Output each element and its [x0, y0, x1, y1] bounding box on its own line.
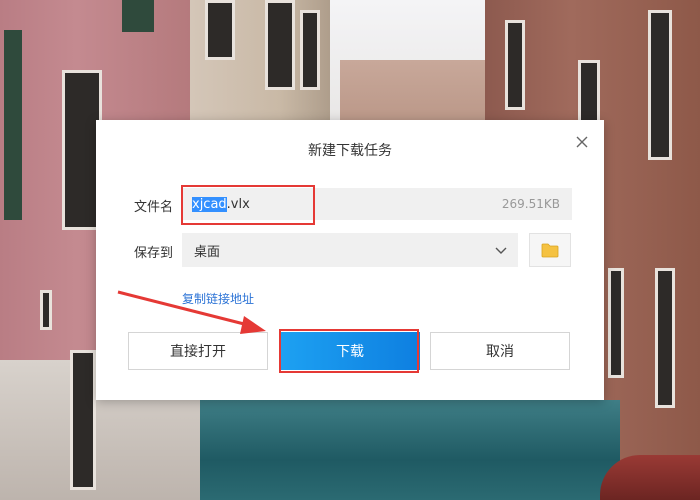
file-size: 269.51KB	[501, 197, 560, 211]
filename-selected-text: xjcad	[192, 196, 227, 212]
close-button[interactable]	[572, 132, 592, 152]
window	[648, 10, 672, 160]
dialog-title: 新建下载任务	[308, 143, 392, 159]
save-location-label: 保存到	[134, 246, 174, 261]
filename-input[interactable]: xjcad.vlx 269.51KB	[182, 188, 572, 220]
save-location-select[interactable]: 桌面	[182, 233, 518, 267]
window	[608, 268, 624, 378]
window	[300, 10, 320, 90]
window	[505, 20, 525, 110]
filename-label: 文件名	[134, 200, 174, 215]
filename-extension: .vlx	[226, 196, 250, 212]
browse-folder-button[interactable]	[529, 233, 571, 267]
window	[655, 268, 675, 408]
chevron-down-icon	[495, 247, 507, 254]
window	[265, 0, 295, 90]
cancel-button[interactable]: 取消	[430, 332, 570, 370]
window	[40, 290, 52, 330]
copy-link-address[interactable]: 复制链接地址	[182, 290, 254, 307]
window	[70, 350, 96, 490]
download-button[interactable]: 下载	[280, 332, 420, 370]
close-icon	[576, 136, 588, 148]
open-directly-button[interactable]: 直接打开	[128, 332, 268, 370]
shutter	[122, 0, 154, 32]
shutter	[4, 30, 22, 220]
filename-value: xjcad.vlx	[192, 196, 250, 212]
window	[205, 0, 235, 60]
canal-water	[200, 400, 620, 500]
new-download-dialog: 新建下载任务 文件名 xjcad.vlx 269.51KB 保存到 桌面 复制链…	[96, 120, 604, 400]
save-location-value: 桌面	[194, 244, 221, 260]
folder-icon	[541, 243, 559, 258]
